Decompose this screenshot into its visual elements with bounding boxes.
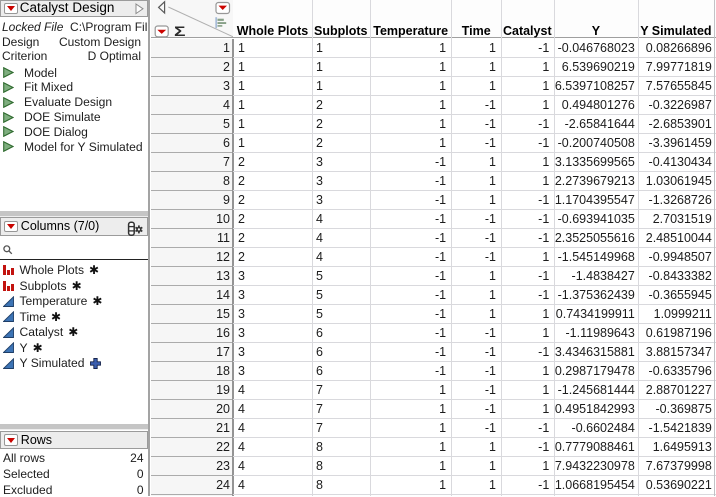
svg-text:Σ: Σ: [174, 23, 186, 37]
